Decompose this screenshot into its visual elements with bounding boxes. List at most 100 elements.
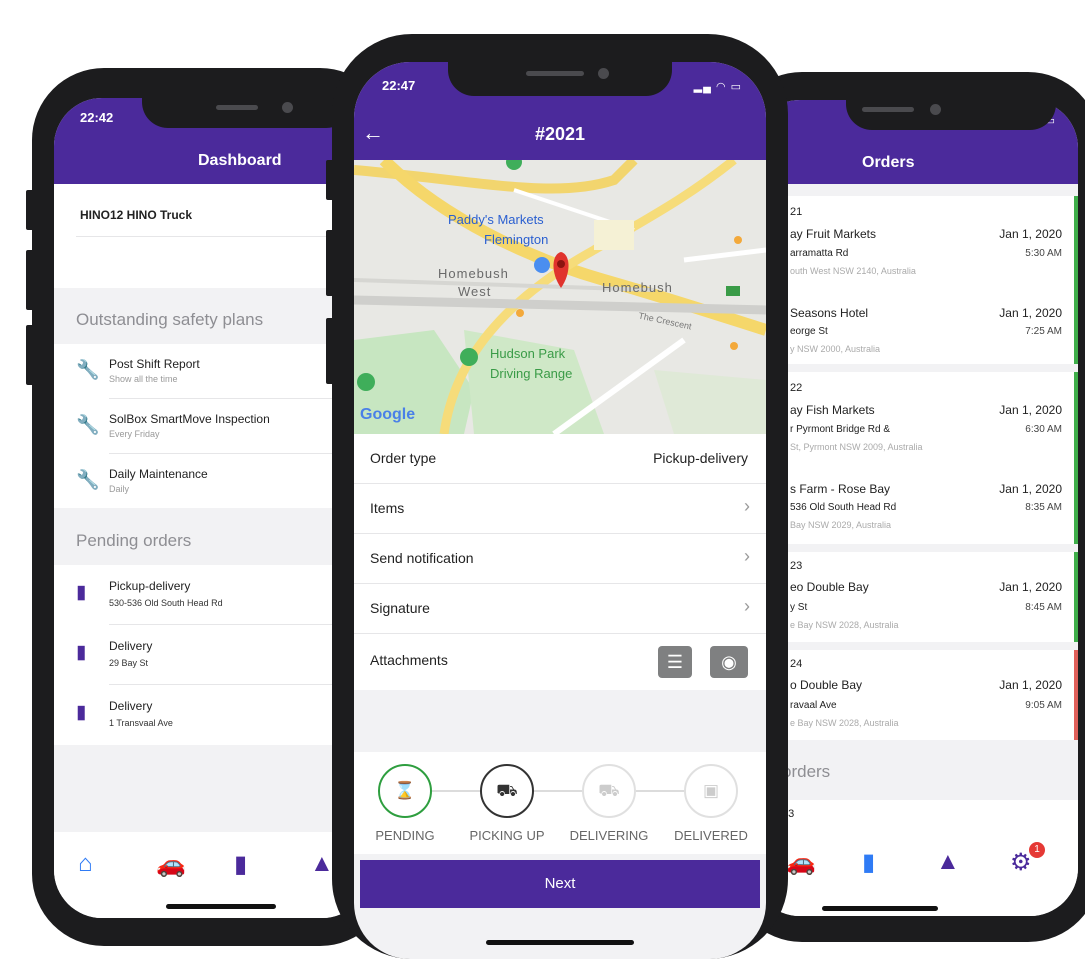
- document-icon: ▮: [76, 702, 87, 723]
- safety-plan-item[interactable]: 🔧 Daily Maintenance Daily: [54, 454, 370, 508]
- vehicle-name: HINO12 HINO Truck: [80, 208, 193, 222]
- order-address: y St: [790, 602, 808, 613]
- send-notification-row[interactable]: Send notification ›: [354, 534, 766, 584]
- order-customer[interactable]: Seasons Hotel: [790, 306, 868, 320]
- vehicle-card[interactable]: HINO12 HINO Truck: [54, 184, 370, 288]
- map-label-homebush-west-2: West: [458, 284, 492, 299]
- order-date: Jan 1, 2020: [999, 227, 1062, 241]
- order-type-row: Order type Pickup-delivery: [354, 434, 766, 484]
- pending-order-item[interactable]: ▮ Delivery 29 Bay St: [54, 625, 370, 684]
- order-date: Jan 1, 2020: [999, 482, 1062, 496]
- order-id: 23: [790, 560, 803, 572]
- safety-plan-frequency: Every Friday: [109, 429, 160, 439]
- order-date: Jan 1, 2020: [999, 306, 1062, 320]
- step-label-delivered: DELIVERED: [674, 828, 748, 843]
- document-icon: ▮: [76, 642, 87, 663]
- car-icon[interactable]: 🚗: [156, 850, 186, 879]
- speaker: [216, 105, 258, 110]
- order-group: 22 ay Fish Markets r Pyrmont Bridge Rd &…: [752, 372, 1078, 544]
- order-group: 23 eo Double Bay y St e Bay NSW 2028, Au…: [752, 552, 1078, 642]
- document-icon: ▮: [76, 582, 87, 603]
- package-icon: ▣: [684, 764, 738, 818]
- items-row[interactable]: Items ›: [354, 484, 766, 534]
- notch: [448, 62, 672, 96]
- map-label-hudson-park: Hudson Park: [490, 346, 566, 361]
- attachments-row: Attachments ☰ ◉: [354, 634, 766, 690]
- car-icon[interactable]: 🚗: [786, 848, 816, 877]
- order-address: 536 Old South Head Rd: [790, 502, 897, 513]
- order-time: 6:30 AM: [1025, 424, 1062, 435]
- safety-plan-frequency: Daily: [109, 484, 130, 494]
- wrench-icon: 🔧: [76, 360, 100, 381]
- home-indicator: [166, 904, 276, 909]
- order-id: 24: [790, 658, 803, 670]
- document-icon[interactable]: ▮: [862, 848, 875, 877]
- status-stripe: [1074, 196, 1078, 364]
- order-customer[interactable]: o Double Bay: [790, 678, 862, 692]
- map-label-driving-range: Driving Range: [490, 366, 573, 381]
- safety-plan-title: Post Shift Report: [109, 357, 200, 371]
- orders-screen: ▂▄ ◠ ▭ Orders 21 ay Fruit Markets arrama…: [752, 100, 1078, 916]
- pending-order-address: 1 Transvaal Ave: [109, 718, 173, 728]
- chevron-right-icon: ›: [744, 596, 750, 616]
- order-suburb: outh West NSW 2140, Australia: [790, 266, 916, 276]
- pending-order-address: 530-536 Old South Head Rd: [109, 598, 223, 608]
- home-indicator: [486, 940, 634, 945]
- phone-order-detail: 22:47 ▂▄ ◠ ▭ ← #2021 Paddy's Markets Fle…: [332, 34, 788, 959]
- camera: [598, 68, 609, 79]
- next-button[interactable]: Next: [360, 860, 760, 908]
- order-customer[interactable]: eo Double Bay: [790, 580, 869, 594]
- attachments-label: Attachments: [370, 652, 448, 668]
- pending-order-item[interactable]: ▮ Pickup-delivery 530-536 Old South Head…: [54, 565, 370, 624]
- status-stripe: [1074, 650, 1078, 740]
- status-icons: ▂▄ ◠ ▭: [693, 81, 742, 93]
- order-customer[interactable]: ay Fruit Markets: [790, 227, 876, 241]
- safety-plan-title: Daily Maintenance: [109, 467, 208, 481]
- signature-row[interactable]: Signature ›: [354, 584, 766, 634]
- completed-section-title: orders: [782, 762, 831, 781]
- wrench-icon: 🔧: [76, 470, 100, 491]
- camera-icon[interactable]: ◉: [710, 646, 748, 678]
- order-time: 9:05 AM: [1025, 700, 1062, 711]
- items-label: Items: [370, 500, 405, 516]
- order-customer[interactable]: ay Fish Markets: [790, 403, 875, 417]
- speaker: [526, 71, 584, 76]
- pending-section-title: Pending orders: [76, 531, 192, 550]
- pending-order-type: Delivery: [109, 699, 153, 713]
- order-suburb: St, Pyrmont NSW 2009, Australia: [790, 442, 923, 452]
- step-connector: [534, 790, 584, 792]
- order-suburb: y NSW 2000, Australia: [790, 344, 881, 354]
- document-attach-icon[interactable]: ☰: [658, 646, 692, 678]
- document-icon[interactable]: ▮: [234, 850, 247, 879]
- notch: [142, 98, 352, 128]
- truck-loading-icon: ⛟: [480, 764, 534, 818]
- pending-order-type: Pickup-delivery: [109, 579, 191, 593]
- speaker: [862, 107, 914, 112]
- pending-order-item[interactable]: ▮ Delivery 1 Transvaal Ave: [54, 685, 370, 744]
- step-connector: [432, 790, 482, 792]
- pending-order-type: Delivery: [109, 639, 153, 653]
- order-time: 8:45 AM: [1025, 602, 1062, 613]
- status-time: 22:47: [382, 78, 416, 93]
- settings-icon[interactable]: ⚙: [1010, 848, 1032, 877]
- status-stripe: [1074, 372, 1078, 544]
- map-label-markets: Paddy's Markets: [448, 212, 544, 227]
- order-address: eorge St: [790, 326, 828, 337]
- order-time: 8:35 AM: [1025, 502, 1062, 513]
- navigation-icon[interactable]: ▲: [310, 850, 334, 878]
- safety-plan-item[interactable]: 🔧 SolBox SmartMove Inspection Every Frid…: [54, 399, 370, 453]
- navigation-icon[interactable]: ▲: [936, 848, 960, 876]
- camera: [282, 102, 293, 113]
- safety-section-title: Outstanding safety plans: [76, 310, 264, 329]
- notch: [846, 100, 1056, 130]
- order-customer[interactable]: s Farm - Rose Bay: [790, 482, 890, 496]
- page-title: Orders: [862, 154, 915, 171]
- map-label-flemington: Flemington: [484, 232, 549, 247]
- safety-plan-item[interactable]: 🔧 Post Shift Report Show all the time: [54, 344, 370, 398]
- order-type-value: Pickup-delivery: [653, 450, 748, 466]
- safety-plan-title: SolBox SmartMove Inspection: [109, 412, 270, 426]
- order-time: 5:30 AM: [1025, 248, 1062, 259]
- chevron-right-icon: ›: [744, 546, 750, 566]
- order-map[interactable]: Paddy's Markets Flemington Homebush West…: [354, 160, 766, 434]
- home-icon[interactable]: ⌂: [78, 850, 93, 878]
